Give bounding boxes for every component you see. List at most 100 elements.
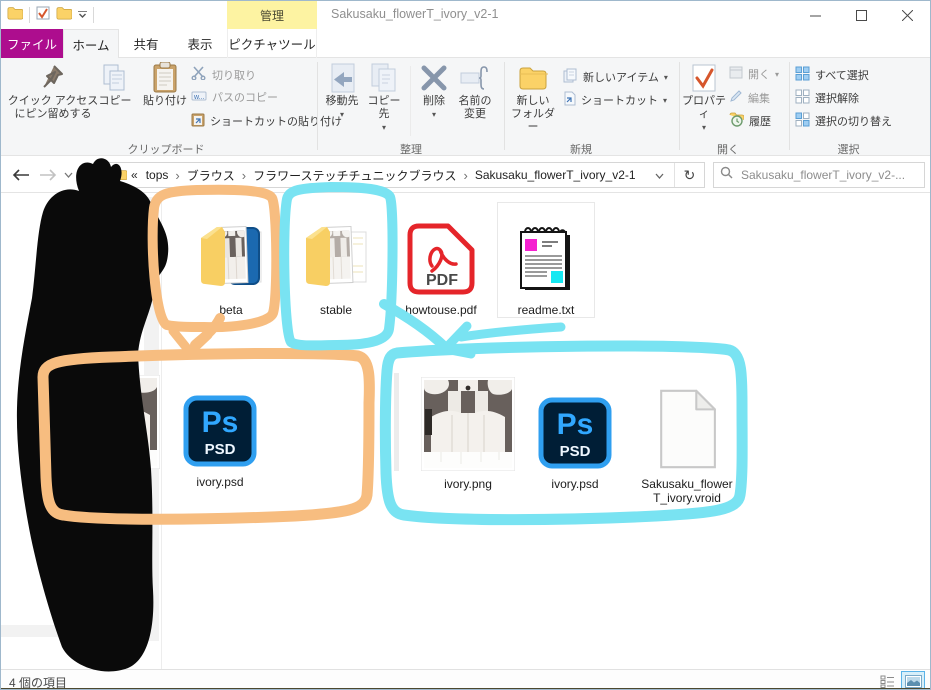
open-button[interactable]: 開く ▾ [729, 66, 779, 82]
delete-button[interactable]: 削除 ▾ [415, 61, 453, 121]
properties-button[interactable]: プロパティ ▾ [682, 61, 726, 134]
title-bar: 管理 Sakusaku_flowerT_ivory_v2-1 [1, 1, 930, 29]
close-button[interactable] [884, 1, 930, 29]
chevron-right-icon: › [175, 167, 180, 183]
select-none-button[interactable]: 選択解除 [795, 89, 859, 107]
breadcrumb-item[interactable]: tops [142, 168, 173, 182]
window-title: Sakusaku_flowerT_ivory_v2-1 [331, 7, 499, 21]
collapsed-crumbs[interactable]: « [127, 168, 142, 182]
qat-customize-icon[interactable] [78, 6, 87, 24]
new-folder-quick-icon[interactable] [56, 5, 73, 25]
file-item-beta[interactable]: beta [183, 205, 279, 317]
recent-locations-icon[interactable] [61, 162, 75, 188]
file-item-stable[interactable]: stable [288, 205, 384, 317]
move-to-button[interactable]: 移動先 ▾ [321, 61, 363, 121]
breadcrumb-item[interactable]: フラワーステッチチュニックブラウス [249, 167, 460, 184]
invert-selection-icon [795, 112, 810, 130]
properties-quick-icon[interactable] [36, 6, 50, 25]
chevron-right-icon: › [241, 167, 247, 183]
copy-path-icon: w... [191, 90, 207, 105]
delete-icon [415, 61, 453, 95]
select-none-icon [795, 89, 810, 107]
copy-to-button[interactable]: コピー先 ▾ [363, 61, 405, 134]
ribbon-tab-row: ファイル ホーム 共有 表示 ピクチャツール ? [1, 29, 930, 78]
photoshop-psd-icon [538, 375, 612, 471]
folder-beta-icon [183, 205, 279, 297]
status-bar: 4 個の項目 [1, 669, 930, 689]
ribbon-home: クイック アクセス にピン留めする コピー 貼り付け 切り取り w... パスの… [1, 58, 930, 156]
search-input[interactable] [739, 167, 918, 183]
pane-separator [161, 193, 162, 669]
new-shortcut-icon [563, 91, 576, 109]
copy-to-icon [363, 61, 405, 95]
copy-path-button[interactable]: w... パスのコピー [191, 89, 278, 105]
image-thumbnail-icon [65, 373, 161, 469]
forward-icon[interactable] [37, 162, 59, 188]
minimize-button[interactable] [792, 1, 838, 29]
paste-icon [139, 61, 191, 95]
history-icon [729, 112, 745, 130]
history-button[interactable]: 履歴 [729, 112, 771, 130]
file-label: ivory.png [89, 475, 137, 489]
tab-home[interactable]: ホーム [63, 29, 119, 58]
document-icon [635, 375, 739, 471]
open-icon [729, 66, 743, 82]
navpane-horizontal-scrollbar[interactable] [1, 625, 159, 637]
file-item-stable-ivory-png[interactable]: ivory.png [420, 375, 516, 491]
new-folder-button[interactable]: 新しい フォルダー [509, 61, 557, 134]
search-icon [720, 166, 733, 184]
file-label: Sakusaku_flower T_ivory.vroid [641, 477, 733, 505]
cut-icon [191, 66, 207, 83]
image-thumbnail-icon [420, 375, 516, 471]
file-item-beta-ivory-png[interactable]: ivory.png [65, 373, 161, 489]
scroll-up-icon[interactable] [144, 198, 159, 210]
address-dropdown-icon[interactable] [645, 168, 674, 182]
breadcrumb-item-current[interactable]: Sakusaku_flowerT_ivory_v2-1 [471, 168, 640, 182]
new-item-button[interactable]: 新しいアイテム ▾ [563, 68, 668, 86]
pasted-screenshot-edge [394, 373, 399, 471]
paste-shortcut-icon [191, 112, 205, 130]
tab-file[interactable]: ファイル [1, 29, 63, 58]
breadcrumb-item[interactable]: ブラウス [183, 167, 239, 184]
file-item-readme-txt[interactable]: readme.txt [497, 202, 595, 318]
rename-button[interactable]: 名前の 変更 [453, 61, 497, 121]
edit-button[interactable]: 編集 [729, 89, 770, 106]
quick-access-toolbar [7, 4, 94, 26]
group-label-new: 新規 [570, 144, 592, 156]
cut-button[interactable]: 切り取り [191, 66, 256, 83]
maximize-button[interactable] [838, 1, 884, 29]
file-item-howtouse-pdf[interactable]: howtouse.pdf [393, 205, 489, 317]
move-to-dropdown-icon: ▾ [339, 110, 344, 119]
pin-to-quick-access-button[interactable]: クイック アクセス にピン留めする [7, 61, 99, 121]
refresh-icon[interactable]: ↻ [674, 163, 704, 187]
qat-separator [29, 7, 30, 23]
qat-separator [93, 7, 94, 23]
manage-contextual-tab[interactable]: 管理 [227, 1, 317, 29]
photoshop-psd-icon [183, 373, 257, 469]
file-item-vroid[interactable]: Sakusaku_flower T_ivory.vroid [635, 375, 739, 505]
tab-picture-tools[interactable]: ピクチャツール [227, 29, 317, 58]
tab-view[interactable]: 表示 [173, 29, 227, 58]
search-box [713, 162, 925, 188]
copy-button[interactable]: コピー [93, 61, 137, 108]
file-item-beta-ivory-psd[interactable]: ivory.psd [183, 373, 257, 489]
up-icon[interactable] [77, 162, 99, 188]
notepad-icon [498, 205, 594, 297]
edit-icon [729, 89, 743, 106]
tab-share[interactable]: 共有 [119, 29, 173, 58]
file-item-stable-ivory-psd[interactable]: ivory.psd [538, 375, 612, 491]
invert-selection-button[interactable]: 選択の切り替え [795, 112, 892, 130]
select-all-button[interactable]: すべて選択 [795, 66, 869, 84]
copy-to-dropdown-icon: ▾ [381, 123, 386, 132]
svg-text:w...: w... [193, 94, 205, 101]
new-shortcut-button[interactable]: ショートカット ▾ [563, 91, 667, 109]
paste-button[interactable]: 貼り付け [139, 61, 191, 108]
file-label: ivory.psd [551, 477, 599, 491]
paste-shortcut-button[interactable]: ショートカットの貼り付け [191, 112, 342, 130]
back-icon[interactable] [9, 162, 33, 188]
file-label: readme.txt [517, 303, 575, 317]
file-label: howtouse.pdf [405, 303, 477, 317]
copy-icon [93, 61, 137, 95]
properties-icon [682, 61, 726, 95]
file-label: ivory.png [444, 477, 492, 491]
